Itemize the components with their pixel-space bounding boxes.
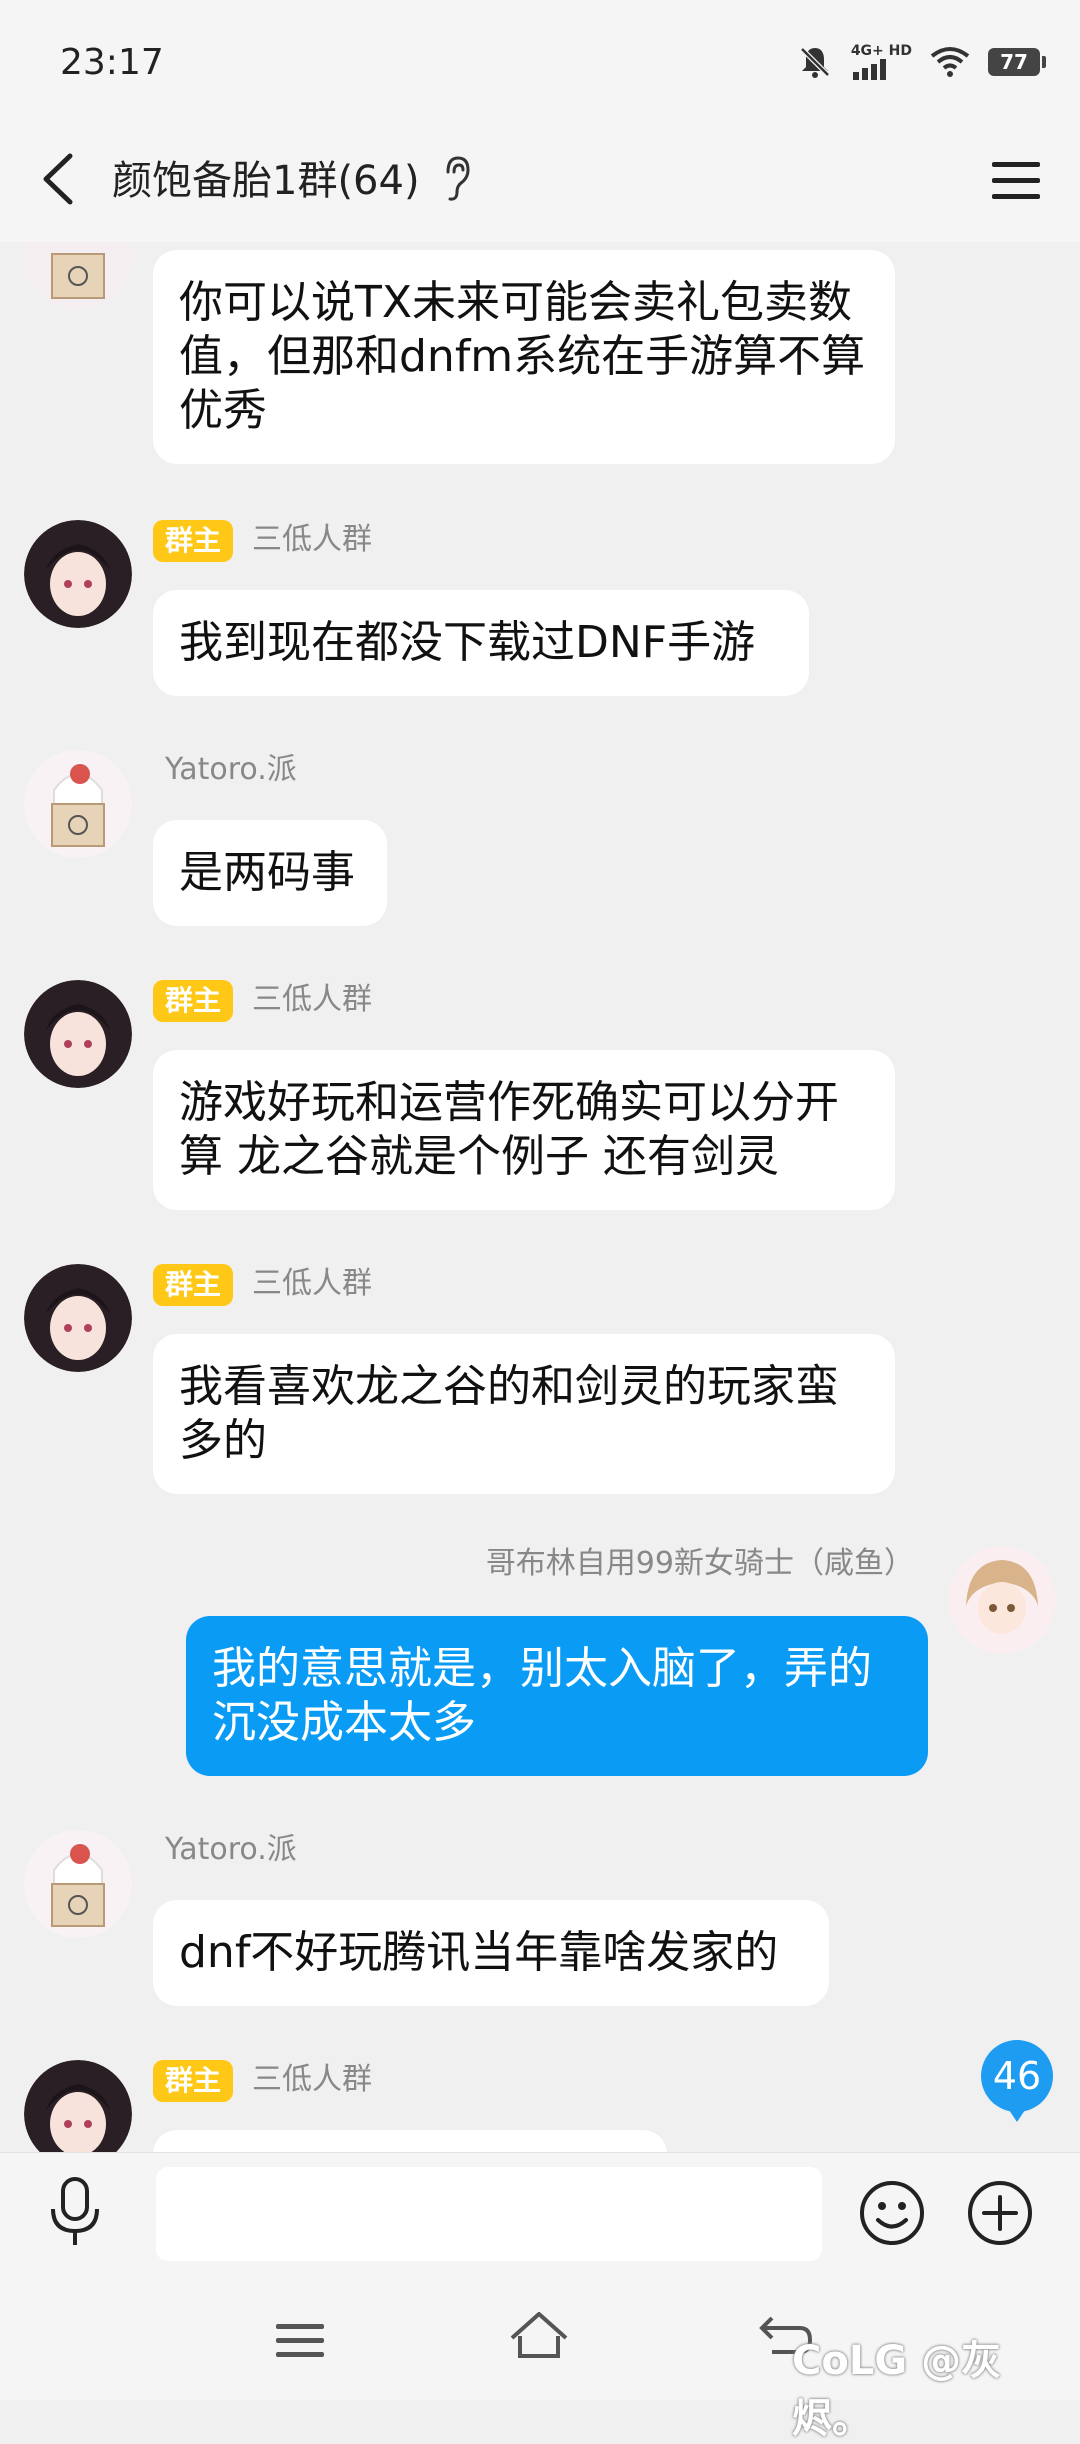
- avatar[interactable]: [24, 242, 132, 310]
- owner-badge: 群主: [153, 980, 234, 1022]
- message-text: 游戏好玩和运营作死确实可以分开算 龙之谷就是个例子 还有剑灵: [179, 1077, 839, 1182]
- owner-badge: 群主: [153, 520, 234, 562]
- signal-icon: [852, 59, 886, 80]
- system-nav-bar: CoLG @灰烬。: [0, 2270, 1080, 2442]
- sender-name[interactable]: 三低人群: [252, 520, 372, 560]
- message-list[interactable]: 你可以说TX未来可能会卖礼包卖数值，但那和dnfm系统在手游算不算优秀 群主 三…: [0, 242, 1080, 2152]
- owner-badge: 群主: [153, 1264, 234, 1306]
- message-text: 是两码事: [179, 847, 355, 898]
- message-text: dnf不好玩腾讯当年靠啥发家的: [179, 1927, 779, 1978]
- self-message-bubble[interactable]: 我的意思就是，别太入脑了，弄的沉没成本太多: [186, 1616, 928, 1776]
- dark-hair-girl-avatar-icon: [24, 520, 132, 628]
- plus-button[interactable]: [966, 2179, 1034, 2247]
- message-text: 我看喜欢龙之谷的和剑灵的玩家蛮多的: [179, 1361, 839, 1466]
- message-bubble[interactable]: 是两码事: [153, 820, 387, 926]
- back-button[interactable]: [30, 144, 90, 214]
- dark-hair-girl-avatar-icon: [24, 1264, 132, 1372]
- cellular-signal: 4G+ HD: [851, 44, 912, 80]
- avatar[interactable]: [24, 1264, 132, 1372]
- sender-name[interactable]: 三低人群: [252, 1264, 372, 1304]
- chat-header: 颜饱备胎1群(64): [0, 130, 1080, 242]
- ear-icon[interactable]: [440, 154, 474, 204]
- microphone-button[interactable]: [44, 2175, 106, 2249]
- status-icons: 4G+ HD 77: [797, 44, 1046, 80]
- menu-button[interactable]: [990, 150, 1042, 210]
- avatar[interactable]: [24, 1830, 132, 1938]
- blonde-girl-avatar-icon: [948, 1546, 1056, 1654]
- dark-hair-girl-avatar-icon: [24, 980, 132, 1088]
- message-bubble[interactable]: 我到现在都没下载过DNF手游: [153, 590, 809, 696]
- chat-title: 颜饱备胎1群(64): [112, 158, 420, 204]
- message-text: 我的意思就是，别太入脑了，弄的沉没成本太多: [212, 1643, 872, 1748]
- message-input[interactable]: [156, 2167, 822, 2261]
- dark-hair-girl-avatar-icon: [24, 2060, 132, 2152]
- mute-bell-icon: [800, 47, 830, 78]
- avatar[interactable]: [24, 520, 132, 628]
- message-bubble[interactable]: [153, 2130, 667, 2152]
- box-girl-avatar-icon: [24, 1830, 132, 1938]
- message-text: 你可以说TX未来可能会卖礼包卖数值，但那和dnfm系统在手游算不算优秀: [179, 277, 866, 436]
- status-bar: 23:17 4G+ HD 77: [0, 0, 1080, 130]
- self-avatar[interactable]: [948, 1546, 1056, 1654]
- self-sender-name[interactable]: 哥布林自用99新女骑士（咸鱼）: [486, 1544, 914, 1584]
- emoji-button[interactable]: [858, 2179, 926, 2247]
- message-text: 我到现在都没下载过DNF手游: [179, 617, 756, 668]
- unread-count-badge[interactable]: 46: [981, 2040, 1053, 2122]
- watermark: CoLG @灰烬。: [792, 2338, 1002, 2442]
- message-bubble[interactable]: 游戏好玩和运营作死确实可以分开算 龙之谷就是个例子 还有剑灵: [153, 1050, 895, 1210]
- status-time: 23:17: [60, 42, 164, 83]
- avatar[interactable]: [24, 2060, 132, 2152]
- box-girl-avatar-icon: [24, 242, 132, 310]
- sender-name[interactable]: 三低人群: [252, 980, 372, 1020]
- home-icon[interactable]: [506, 2306, 572, 2370]
- message-bubble[interactable]: dnf不好玩腾讯当年靠啥发家的: [153, 1900, 829, 2006]
- avatar[interactable]: [24, 980, 132, 1088]
- sender-name[interactable]: Yatoro.派: [165, 750, 297, 790]
- network-type-label: 4G+ HD: [850, 43, 912, 59]
- battery-icon: 77: [988, 48, 1046, 76]
- input-bar: [0, 2152, 1080, 2271]
- recent-apps-icon[interactable]: [270, 2310, 330, 2370]
- wifi-icon: [930, 47, 970, 77]
- message-bubble[interactable]: 我看喜欢龙之谷的和剑灵的玩家蛮多的: [153, 1334, 895, 1494]
- box-girl-avatar-icon: [24, 750, 132, 858]
- avatar[interactable]: [24, 750, 132, 858]
- owner-badge: 群主: [153, 2060, 234, 2102]
- sender-name[interactable]: 三低人群: [252, 2060, 372, 2100]
- message-bubble[interactable]: 你可以说TX未来可能会卖礼包卖数值，但那和dnfm系统在手游算不算优秀: [153, 250, 895, 464]
- sender-name[interactable]: Yatoro.派: [165, 1830, 297, 1870]
